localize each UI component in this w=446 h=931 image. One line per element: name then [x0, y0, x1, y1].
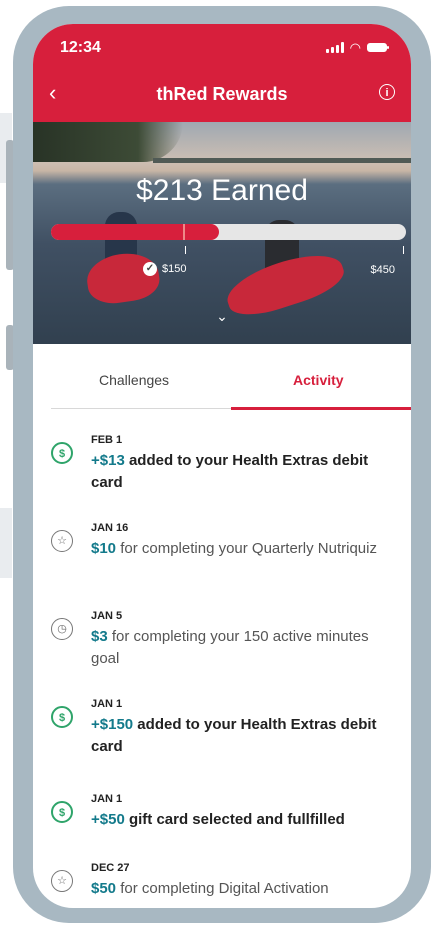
progress-fill — [51, 224, 219, 240]
milestone-tick — [403, 246, 404, 254]
hero-photo-shore — [153, 158, 411, 163]
chevron-down-icon[interactable]: ⌄ — [33, 308, 411, 325]
activity-description: for completing your Quarterly Nutriquiz — [116, 540, 377, 557]
status-time: 12:34 — [60, 39, 101, 56]
phone-screen: 12:34 ◠ ‹ thRed Rewards i $213 Earned ✓ … — [33, 24, 411, 908]
hero-photo-trees — [33, 122, 183, 162]
status-icons: ◠ — [325, 40, 389, 55]
star-icon: ☆ — [51, 530, 73, 552]
header-bar: 12:34 ◠ ‹ thRed Rewards i — [33, 24, 411, 122]
activity-amount: $3 — [91, 628, 108, 645]
tab-challenges[interactable]: Challenges — [99, 372, 169, 388]
background-panel — [0, 508, 12, 578]
activity-amount: +$150 — [91, 716, 134, 733]
battery-icon — [367, 43, 389, 52]
activity-description: gift card selected and fullfilled — [124, 811, 345, 828]
info-icon[interactable]: i — [379, 84, 395, 100]
tab-bar: Challenges Activity — [51, 364, 411, 410]
page-title: thRed Rewards — [156, 84, 288, 104]
rewards-hero: $213 Earned ✓ $150 $450 ⌄ — [33, 122, 411, 344]
earned-amount: $213 Earned — [136, 174, 308, 207]
stopwatch-icon: ◷ — [51, 618, 73, 640]
star-icon: ☆ — [51, 870, 73, 892]
activity-description: for completing your 150 active minutes g… — [91, 628, 369, 667]
progress-milestone-divider — [183, 224, 185, 240]
activity-amount: $50 — [91, 880, 117, 897]
phone-frame: 12:34 ◠ ‹ thRed Rewards i $213 Earned ✓ … — [13, 6, 431, 923]
activity-description: added to your Health Extras debit card — [91, 716, 377, 755]
dollar-refresh-icon: $ — [51, 706, 73, 728]
activity-amount: +$13 — [91, 452, 125, 469]
activity-text: $50 for completing Digital Activation — [91, 878, 391, 900]
check-icon: ✓ — [143, 262, 157, 276]
wifi-icon: ◠ — [349, 40, 361, 55]
milestone-1-label: $150 — [162, 263, 187, 275]
activity-text: $3 for completing your 150 active minute… — [91, 626, 391, 670]
activity-description: added to your Health Extras debit card — [91, 452, 369, 491]
dollar-refresh-icon: $ — [51, 442, 73, 464]
active-tab-indicator — [231, 407, 411, 410]
signal-icon — [325, 42, 344, 53]
milestone-tick — [185, 246, 186, 254]
tab-activity[interactable]: Activity — [293, 372, 344, 388]
activity-description: for completing Digital Activation — [116, 880, 329, 897]
activity-text: $10 for completing your Quarterly Nutriq… — [91, 538, 391, 560]
activity-amount: $10 — [91, 540, 117, 557]
activity-date: JAN 5 — [91, 610, 123, 622]
activity-amount: +$50 — [91, 811, 125, 828]
activity-date: DEC 27 — [91, 862, 130, 874]
hero-photo-kayak — [84, 249, 162, 307]
activity-date: JAN 1 — [91, 793, 123, 805]
activity-date: FEB 1 — [91, 434, 123, 446]
activity-text: +$13 added to your Health Extras debit c… — [91, 450, 391, 494]
activity-date: JAN 16 — [91, 522, 129, 534]
activity-date: JAN 1 — [91, 698, 123, 710]
activity-text: +$50 gift card selected and fullfilled — [91, 809, 391, 831]
activity-text: +$150 added to your Health Extras debit … — [91, 714, 391, 758]
dollar-refresh-icon: $ — [51, 801, 73, 823]
milestone-2-label: $450 — [370, 264, 395, 276]
milestone-1: ✓ $150 — [143, 262, 186, 276]
